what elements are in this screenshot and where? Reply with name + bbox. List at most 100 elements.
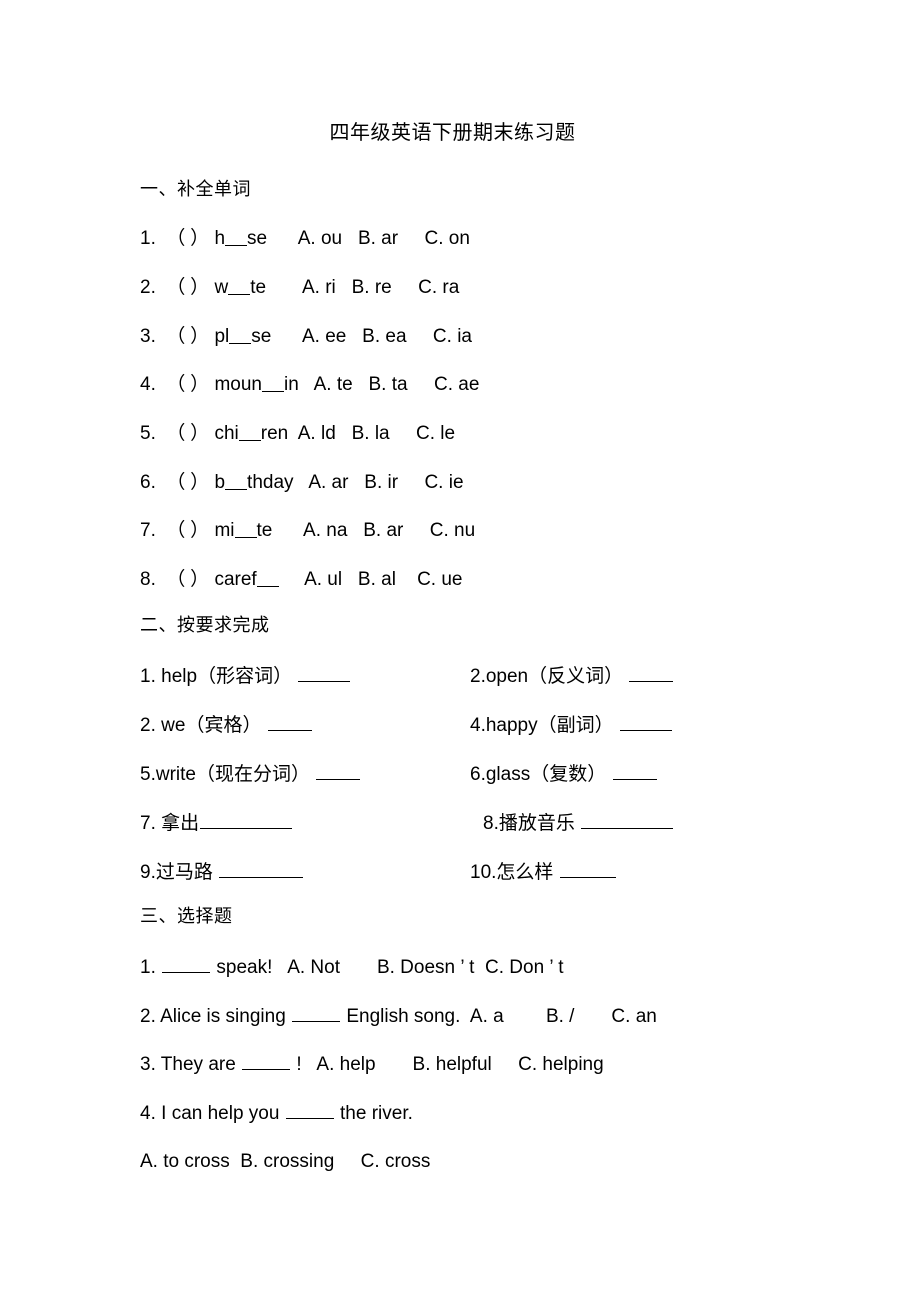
transform-item-4-blank[interactable]: [619, 712, 672, 732]
word-item-8-bracket: （ ）: [166, 569, 210, 590]
choice-question-4-stem-before: I can help you: [161, 1103, 285, 1125]
transform-item-6-number: 6.: [470, 764, 486, 786]
word-item-4-bracket: （ ）: [166, 374, 210, 395]
word-item-3-options: A. ee B. ea C. ia: [301, 326, 472, 347]
transform-item-1-blank[interactable]: [298, 663, 351, 683]
word-item-2-prefix: w: [214, 277, 229, 298]
transform-item-10-number: 10.: [470, 862, 497, 884]
choice-question-1-blank[interactable]: [162, 954, 211, 974]
word-item-4-number: 4.: [140, 374, 156, 395]
choice-question-4: 4. I can help you the river.: [140, 1100, 413, 1127]
transform-item-2-note: （反义词）: [528, 666, 624, 688]
word-item-8-prefix: caref: [214, 569, 257, 590]
word-item-3-suffix: se: [251, 326, 272, 347]
transform-item-1-word: help: [161, 666, 198, 688]
transform-item-9-blank[interactable]: [219, 859, 304, 879]
word-item-5-prefix: chi: [214, 423, 239, 444]
choice-question-4-options: A. to cross B. crossing C. cross: [140, 1151, 431, 1172]
choice-question-2-stem-before: Alice is singing: [160, 1006, 292, 1028]
word-item-6-gap: [225, 471, 248, 490]
word-item-6: 6. （ ） b thday A. ar B. ir C. ie: [140, 470, 464, 496]
word-item-1-number: 1.: [140, 228, 156, 249]
choice-question-4-blank[interactable]: [285, 1100, 334, 1120]
word-item-1-options: A. ou B. ar C. on: [297, 228, 470, 249]
transform-item-10: 10.怎么样: [470, 859, 617, 886]
transform-item-8: 8.播放音乐: [483, 810, 674, 837]
page-title: 四年级英语下册期末练习题: [329, 122, 576, 144]
transform-item-7-number: 7.: [140, 813, 156, 835]
choice-question-2-stem-after: English song.: [341, 1006, 461, 1028]
transform-item-1: 1. help（形容词）: [140, 663, 351, 690]
transform-item-7-word: 拿出: [161, 813, 200, 835]
word-item-4-prefix: moun: [214, 374, 262, 395]
transform-item-9-word: 过马路: [155, 862, 213, 884]
section-heading-two: 二、按要求完成: [140, 615, 270, 635]
transform-item-2-number: 2.: [470, 666, 486, 688]
word-item-7-gap: [234, 519, 257, 538]
transform-item-2-blank[interactable]: [629, 663, 674, 683]
transform-item-2-word: open: [485, 666, 529, 688]
word-item-4-suffix: in: [284, 374, 299, 395]
choice-question-3-stem-before: They are: [160, 1054, 242, 1076]
choice-question-3-stem-after: !: [291, 1054, 302, 1076]
choice-question-3: 3. They are ! A. help B. helpful C. help…: [140, 1051, 604, 1078]
transform-item-6-blank[interactable]: [612, 761, 657, 781]
word-item-2-number: 2.: [140, 277, 156, 298]
word-item-1-bracket: （ ）: [166, 228, 210, 249]
transform-item-5-blank[interactable]: [316, 761, 361, 781]
transform-item-8-number: 8.: [483, 813, 499, 835]
transform-item-1-number: 1.: [140, 666, 156, 688]
transform-item-2: 2.open（反义词）: [470, 663, 674, 690]
word-item-6-prefix: b: [214, 472, 226, 493]
choice-question-3-blank[interactable]: [242, 1051, 291, 1071]
word-item-1: 1. （ ） h se A. ou B. ar C. on: [140, 226, 470, 252]
transform-item-3-word: we: [161, 715, 186, 737]
word-item-7-prefix: mi: [214, 520, 235, 541]
choice-question-1-number: 1.: [140, 957, 156, 979]
choice-question-2-blank[interactable]: [292, 1003, 341, 1023]
transform-item-7: 7. 拿出: [140, 810, 293, 837]
transform-item-3-blank[interactable]: [267, 712, 312, 732]
transform-item-4-number: 4.: [470, 715, 486, 737]
choice-question-3-options: A. help B. helpful C. helping: [316, 1054, 604, 1076]
word-item-1-prefix: h: [214, 228, 226, 249]
transform-item-3-number: 2.: [140, 715, 156, 737]
word-item-7-suffix: te: [256, 520, 273, 541]
transform-item-8-word: 播放音乐: [498, 813, 575, 835]
word-item-3-bracket: （ ）: [166, 326, 210, 347]
section-heading-one: 一、补全单词: [140, 179, 251, 199]
word-item-5: 5. （ ） chi ren A. ld B. la C. le: [140, 421, 455, 447]
word-item-3-prefix: pl: [214, 326, 230, 347]
word-item-3-gap: [229, 325, 252, 344]
transform-item-10-word: 怎么样: [496, 862, 554, 884]
word-item-5-bracket: （ ）: [166, 423, 210, 444]
transform-item-6: 6.glass（复数）: [470, 761, 658, 788]
transform-item-10-blank[interactable]: [559, 859, 616, 879]
choice-question-1-options: A. Not B. Doesn ’ t C. Don ’ t: [287, 957, 564, 979]
word-item-1-gap: [225, 227, 248, 246]
word-item-6-number: 6.: [140, 472, 156, 493]
choice-question-2-number: 2.: [140, 1006, 156, 1028]
word-item-2-gap: [228, 276, 251, 295]
choice-question-4-stem-after: the river.: [334, 1103, 413, 1125]
word-item-5-gap: [238, 422, 261, 441]
word-item-3: 3. （ ） pl se A. ee B. ea C. ia: [140, 324, 472, 350]
transform-item-6-word: glass: [485, 764, 531, 786]
word-item-2-suffix: te: [250, 277, 267, 298]
word-item-5-options: A. ld B. la C. le: [297, 423, 456, 444]
choice-question-1-stem: speak!: [211, 957, 273, 979]
transform-item-5: 5.write（现在分词）: [140, 761, 361, 788]
word-item-8-number: 8.: [140, 569, 156, 590]
word-item-6-suffix: thday: [247, 472, 294, 493]
transform-item-8-blank[interactable]: [581, 810, 674, 830]
word-item-1-suffix: se: [247, 228, 268, 249]
transform-item-5-number: 5.: [140, 764, 156, 786]
transform-item-4: 4.happy（副词）: [470, 712, 673, 739]
word-item-6-options: A. ar B. ir C. ie: [308, 472, 464, 493]
word-item-7: 7. （ ） mi te A. na B. ar C. nu: [140, 518, 475, 544]
word-item-8: 8. （ ） caref A. ul B. al C. ue: [140, 567, 462, 593]
section-heading-three: 三、选择题: [140, 906, 233, 926]
transform-item-3: 2. we（宾格）: [140, 712, 313, 739]
transform-item-7-blank[interactable]: [200, 810, 293, 830]
word-item-7-options: A. na B. ar C. nu: [303, 520, 476, 541]
